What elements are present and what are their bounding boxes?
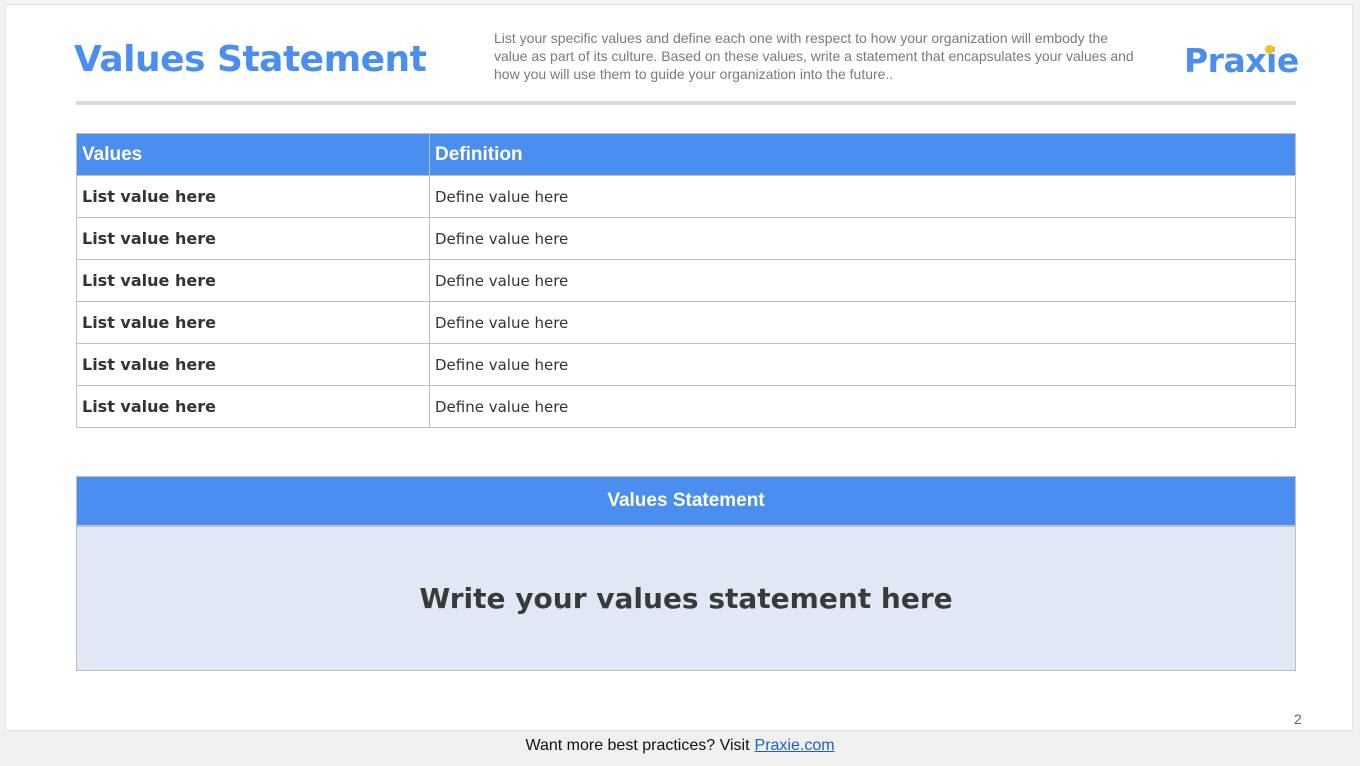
page-number: 2 xyxy=(1294,711,1302,727)
page-title: Values Statement xyxy=(74,39,427,80)
table-row: List value here Define value here xyxy=(76,217,1296,260)
definition-cell[interactable]: Define value here xyxy=(429,343,1296,386)
footer-text: Want more best practices? Visit xyxy=(525,737,750,754)
statement-placeholder: Write your values statement here xyxy=(419,582,953,615)
definition-cell[interactable]: Define value here xyxy=(429,385,1296,428)
definition-cell[interactable]: Define value here xyxy=(429,259,1296,302)
definition-cell[interactable]: Define value here xyxy=(429,301,1296,344)
table-row: List value here Define value here xyxy=(76,385,1296,428)
values-table: Values Definition List value here Define… xyxy=(76,133,1296,428)
definition-cell[interactable]: Define value here xyxy=(429,175,1296,218)
statement-header: Values Statement xyxy=(76,476,1296,526)
table-header-row: Values Definition xyxy=(76,133,1296,176)
intro-text: List your specific values and define eac… xyxy=(494,30,1134,82)
column-header-values: Values xyxy=(76,133,430,176)
header-divider xyxy=(76,101,1296,105)
footer-bar: Want more best practices? Visit Praxie.c… xyxy=(0,731,1360,761)
value-cell[interactable]: List value here xyxy=(76,217,430,260)
praxie-logo: Praxie xyxy=(1184,41,1299,80)
table-row: List value here Define value here xyxy=(76,175,1296,218)
table-row: List value here Define value here xyxy=(76,259,1296,302)
value-cell[interactable]: List value here xyxy=(76,385,430,428)
value-cell[interactable]: List value here xyxy=(76,301,430,344)
column-header-definition: Definition xyxy=(429,133,1296,176)
table-row: List value here Define value here xyxy=(76,343,1296,386)
praxie-link[interactable]: Praxie.com xyxy=(755,737,835,755)
value-cell[interactable]: List value here xyxy=(76,259,430,302)
logo-dot-icon xyxy=(1265,45,1274,54)
slide: Values Statement List your specific valu… xyxy=(5,4,1353,731)
value-cell[interactable]: List value here xyxy=(76,343,430,386)
value-cell[interactable]: List value here xyxy=(76,175,430,218)
statement-box[interactable]: Write your values statement here xyxy=(76,526,1296,671)
table-row: List value here Define value here xyxy=(76,301,1296,344)
definition-cell[interactable]: Define value here xyxy=(429,217,1296,260)
